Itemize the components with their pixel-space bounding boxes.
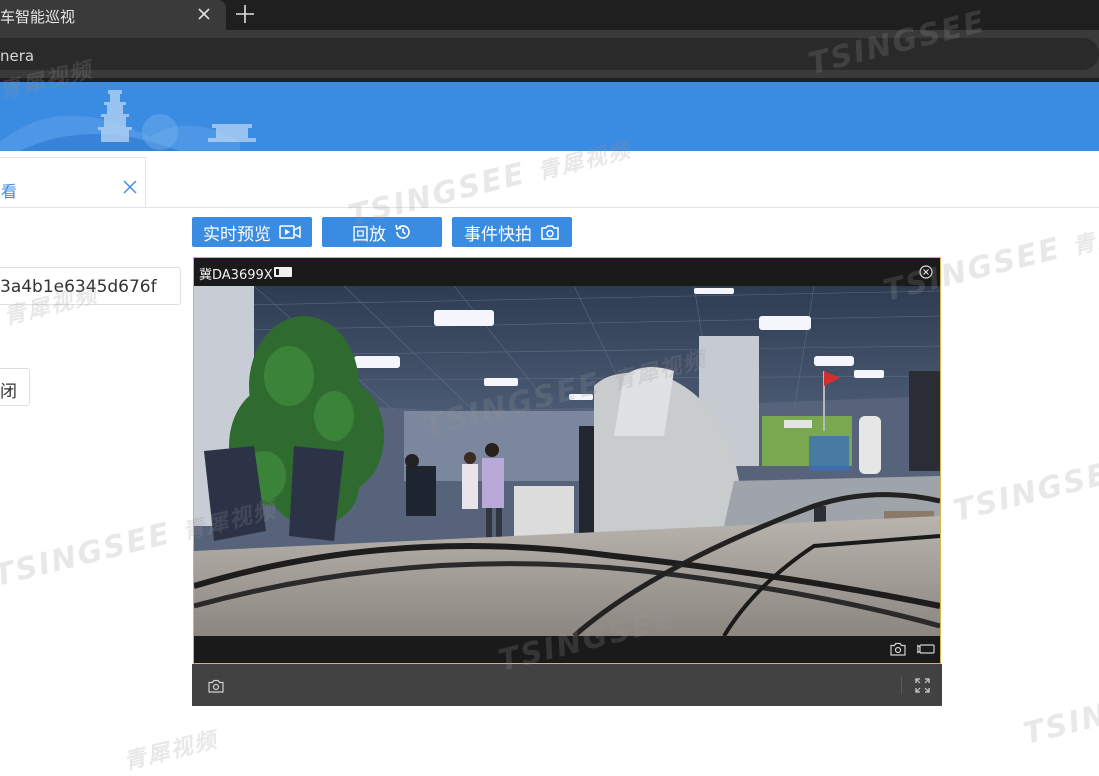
close-button-label: 闭: [0, 382, 17, 402]
playback-button[interactable]: 回放: [322, 217, 442, 247]
camera-icon[interactable]: [208, 679, 224, 693]
close-icon[interactable]: [123, 180, 137, 194]
browser-tab-title: 车智能巡视: [0, 8, 76, 26]
event-snapshot-button[interactable]: 事件快拍: [452, 217, 572, 247]
history-icon: [395, 224, 410, 239]
live-preview-label: 实时预览: [203, 224, 271, 245]
tab-live-view[interactable]: 看: [0, 157, 146, 207]
close-icon[interactable]: [194, 4, 214, 24]
event-snapshot-label: 事件快拍: [464, 224, 532, 245]
video-camera-icon: [279, 225, 301, 239]
header-banner: [0, 82, 1099, 151]
url-text: nera: [0, 47, 35, 65]
player-header: 冀DA3699X: [194, 258, 940, 286]
office-scene: [194, 286, 940, 636]
video-frame: [194, 286, 940, 636]
player-footer: [194, 636, 940, 663]
address-bar: nera: [0, 30, 1099, 80]
video-player[interactable]: 冀DA3699X: [193, 257, 941, 664]
close-circle-icon[interactable]: [919, 265, 933, 279]
fullscreen-icon[interactable]: [915, 678, 930, 693]
url-field[interactable]: [0, 38, 1099, 70]
device-id-value: 3a4b1e6345d676f: [0, 277, 157, 297]
plate-number: 冀DA3699X: [199, 268, 273, 283]
watermark: TSINGSEE: [950, 451, 1099, 529]
browser-tabstrip: 车智能巡视: [0, 0, 1099, 30]
camera-icon[interactable]: [890, 642, 906, 656]
watermark: TSINGSEE: [1020, 674, 1099, 752]
browser-tab[interactable]: 车智能巡视: [0, 0, 226, 30]
playback-label: 回放: [352, 224, 386, 245]
stream-badge-icon: [274, 267, 292, 277]
page-tab-bar: 看: [0, 151, 1099, 208]
record-icon[interactable]: [917, 643, 935, 655]
pagoda-illustration: [0, 90, 256, 151]
live-preview-button[interactable]: 实时预览: [192, 217, 312, 247]
divider: [901, 676, 902, 694]
camera-icon: [541, 224, 559, 240]
plus-icon[interactable]: [234, 3, 256, 25]
player-control-bar: [192, 664, 942, 706]
tab-label: 看: [1, 182, 18, 201]
watermark: 青犀视频: [121, 727, 221, 776]
